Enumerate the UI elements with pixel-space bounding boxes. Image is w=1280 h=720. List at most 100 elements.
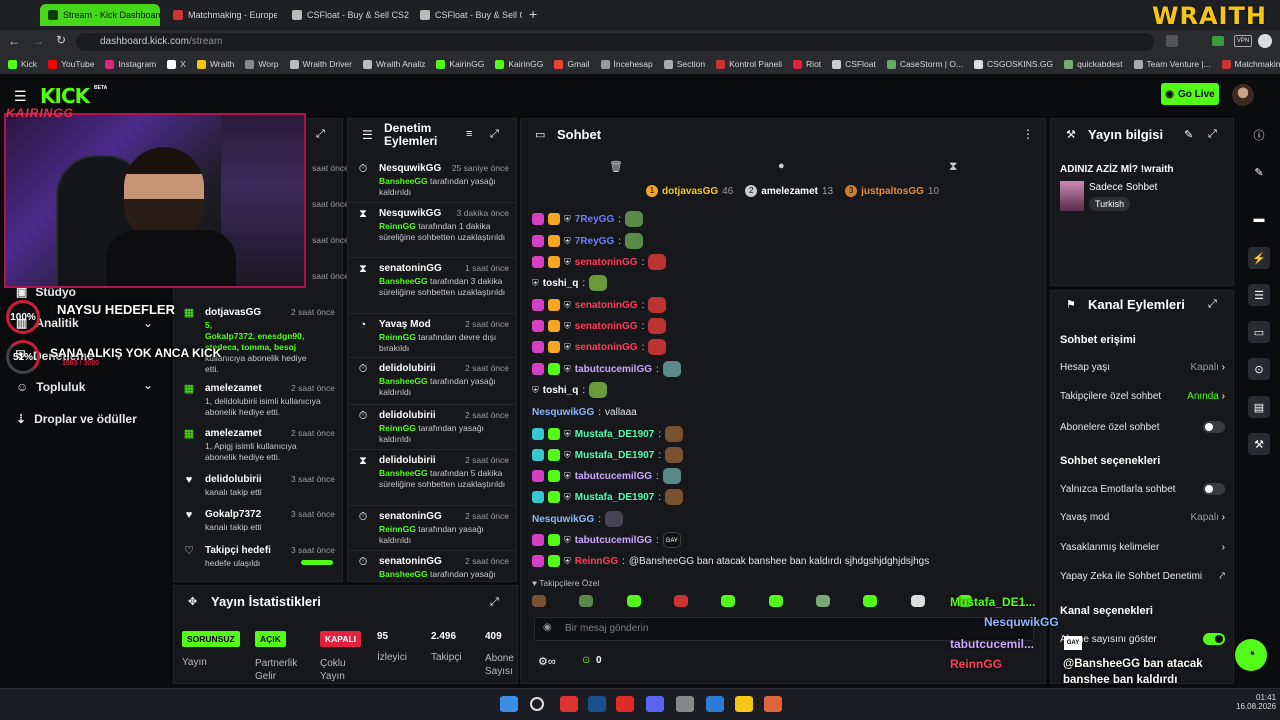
chevron-down-icon[interactable]: ⌄ — [143, 378, 153, 392]
chat-username[interactable]: toshi_q — [543, 385, 579, 396]
emote-icon[interactable] — [721, 595, 736, 607]
chat-username[interactable]: 7ReyGG — [575, 214, 614, 225]
chat-username[interactable]: senatoninGG — [575, 300, 638, 311]
stack-icon[interactable]: ▤ — [1248, 396, 1270, 418]
emote-icon[interactable] — [532, 595, 546, 607]
chat-username[interactable]: Mustafa_DE1907 — [575, 492, 654, 503]
chat-username[interactable]: Mustafa_DE1907 — [575, 450, 654, 461]
chat-username[interactable]: toshi_q — [543, 278, 579, 289]
lightning-icon[interactable]: ⚡ — [1248, 247, 1270, 269]
app-icon[interactable] — [735, 696, 753, 712]
chat-username[interactable]: 7ReyGG — [575, 236, 614, 247]
kick-logo[interactable]: KICK — [40, 84, 90, 108]
account-age-row[interactable]: Hesap yaşı Kapalı › — [1060, 362, 1225, 373]
nav-drops[interactable]: ⇣ Droplar ve ödüller — [16, 412, 137, 426]
filter-icon[interactable]: ≡ — [466, 128, 472, 140]
bookmark-item[interactable]: Wraith Driver — [289, 59, 352, 69]
popout-icon[interactable]: ⤢ — [490, 128, 499, 141]
emote-icon[interactable] — [673, 595, 688, 607]
popout-icon[interactable]: ⤢ — [490, 596, 499, 609]
popout-icon[interactable]: ⤢ — [1208, 128, 1217, 141]
show-sub-count-toggle[interactable] — [1203, 633, 1225, 645]
emote-only-toggle[interactable] — [1203, 483, 1225, 495]
chat-username[interactable]: NesquwikGG — [532, 407, 594, 418]
reload-icon[interactable]: ↻ — [56, 33, 66, 47]
sub-only-toggle[interactable] — [1203, 421, 1225, 433]
bookmark-item[interactable]: Team Venture |... — [1133, 59, 1211, 69]
chat-username[interactable]: tabutcucemilGG — [575, 535, 652, 546]
bookmark-item[interactable]: Worp — [245, 59, 279, 69]
bookmark-item[interactable]: CSGOSKINS.GG — [974, 59, 1053, 69]
discord-icon[interactable] — [646, 696, 664, 712]
start-icon[interactable] — [500, 696, 518, 712]
bookmark-item[interactable]: Wraith — [196, 59, 234, 69]
info-icon[interactable]: ⓘ — [1248, 124, 1270, 146]
bookmark-item[interactable]: Instagram — [105, 59, 156, 69]
emote-icon[interactable] — [626, 595, 641, 607]
trash-icon[interactable]: 🗑 — [609, 160, 623, 173]
chat-username[interactable]: senatoninGG — [575, 342, 638, 353]
avatar[interactable] — [1232, 84, 1254, 106]
help-chat-icon[interactable]: ◔ — [1235, 639, 1267, 671]
emote-icon[interactable] — [579, 595, 594, 607]
app-icon[interactable] — [676, 696, 694, 712]
tab-kick-dashboard[interactable]: Stream - Kick Dashboard — [40, 4, 160, 26]
search-icon[interactable] — [530, 697, 544, 711]
hourglass-icon[interactable]: ⧗ — [949, 159, 957, 174]
go-live-button[interactable]: ◉ Go Live — [1161, 83, 1219, 105]
bookmark-item[interactable]: YouTube — [48, 59, 94, 69]
bookmark-item[interactable]: Gmail — [554, 59, 590, 69]
chat-username[interactable]: senatoninGG — [575, 257, 638, 268]
bookmark-item[interactable]: KairinGG — [436, 59, 484, 69]
emote-icon[interactable] — [815, 595, 830, 607]
list-icon[interactable]: ☰ — [1248, 284, 1270, 306]
app-icon[interactable] — [764, 696, 782, 712]
chat-username[interactable]: NesquwikGG — [532, 514, 594, 525]
popout-icon[interactable]: ⤢ — [1208, 298, 1217, 311]
more-options-icon[interactable]: ⋮ — [1022, 127, 1034, 141]
opera-icon[interactable] — [616, 696, 634, 712]
broadcast-icon[interactable]: ⊙ — [1248, 358, 1270, 380]
chat-username[interactable]: tabutcucemilGG — [575, 471, 652, 482]
menu-icon[interactable]: ☰ — [14, 88, 27, 105]
slow-mode-row[interactable]: Yavaş mod Kapalı › — [1060, 512, 1225, 523]
chat-username[interactable]: tabutcucemilGG — [575, 364, 652, 375]
chat-username[interactable]: ReinnGG — [575, 556, 618, 567]
bookmark-item[interactable]: Matchmaking — [1221, 59, 1280, 69]
bookmark-item[interactable]: Section — [663, 59, 705, 69]
download-icon[interactable] — [1166, 35, 1178, 47]
bookmark-item[interactable]: X — [167, 59, 186, 69]
follower-only-row[interactable]: Takipçilere özel sohbet Anında › — [1060, 391, 1225, 402]
bookmark-item[interactable]: Riot — [793, 59, 821, 69]
chat-username[interactable]: senatoninGG — [575, 321, 638, 332]
profile-icon[interactable] — [1258, 34, 1272, 48]
banned-words-row[interactable]: Yasaklanmış kelimeler › — [1060, 542, 1225, 553]
pencil-icon[interactable]: ✎ — [1248, 161, 1270, 183]
extension-icon[interactable] — [1212, 36, 1224, 46]
bookmark-item[interactable]: Wraith Analiz — [362, 59, 425, 69]
popout-icon[interactable]: ⤢ — [316, 128, 325, 141]
chat-username[interactable]: Mustafa_DE1907 — [575, 429, 654, 440]
emote-icon[interactable] — [863, 595, 878, 607]
video-icon[interactable]: ▬ — [1248, 208, 1270, 230]
bookmark-item[interactable]: Kontrol Paneli — [716, 59, 782, 69]
bookmark-item[interactable]: CSFloat — [832, 59, 876, 69]
chat-icon[interactable]: ● — [778, 160, 785, 172]
chat-icon[interactable]: ▭ — [1248, 321, 1270, 343]
new-tab-icon[interactable]: + — [529, 6, 537, 22]
tab-csfloat-2[interactable]: CSFloat - Buy & Sell CS2 Sk — [412, 4, 522, 26]
emoji-icon[interactable]: ◉ — [543, 622, 552, 633]
bookmark-item[interactable]: Kick — [8, 59, 37, 69]
app-icon[interactable] — [706, 696, 724, 712]
url-input[interactable]: dashboard.kick.com/stream — [76, 33, 1154, 51]
emote-icon[interactable] — [768, 595, 783, 607]
app-icon[interactable] — [560, 696, 578, 712]
bookmark-item[interactable]: KairinGG — [495, 59, 543, 69]
ai-moderation-row[interactable]: Yapay Zeka ile Sohbet Denetimi ⤤ — [1060, 571, 1225, 582]
emote-icon[interactable] — [910, 595, 925, 607]
bookmark-item[interactable]: quickabdest — [1064, 59, 1123, 69]
tab-matchmaking[interactable]: Matchmaking - Europe 5v5 — [165, 4, 277, 26]
edit-icon[interactable]: ✎ — [1184, 128, 1193, 141]
bookmark-item[interactable]: CaseStorm | O... — [886, 59, 963, 69]
chevron-down-icon[interactable]: ⌄ — [143, 316, 153, 330]
